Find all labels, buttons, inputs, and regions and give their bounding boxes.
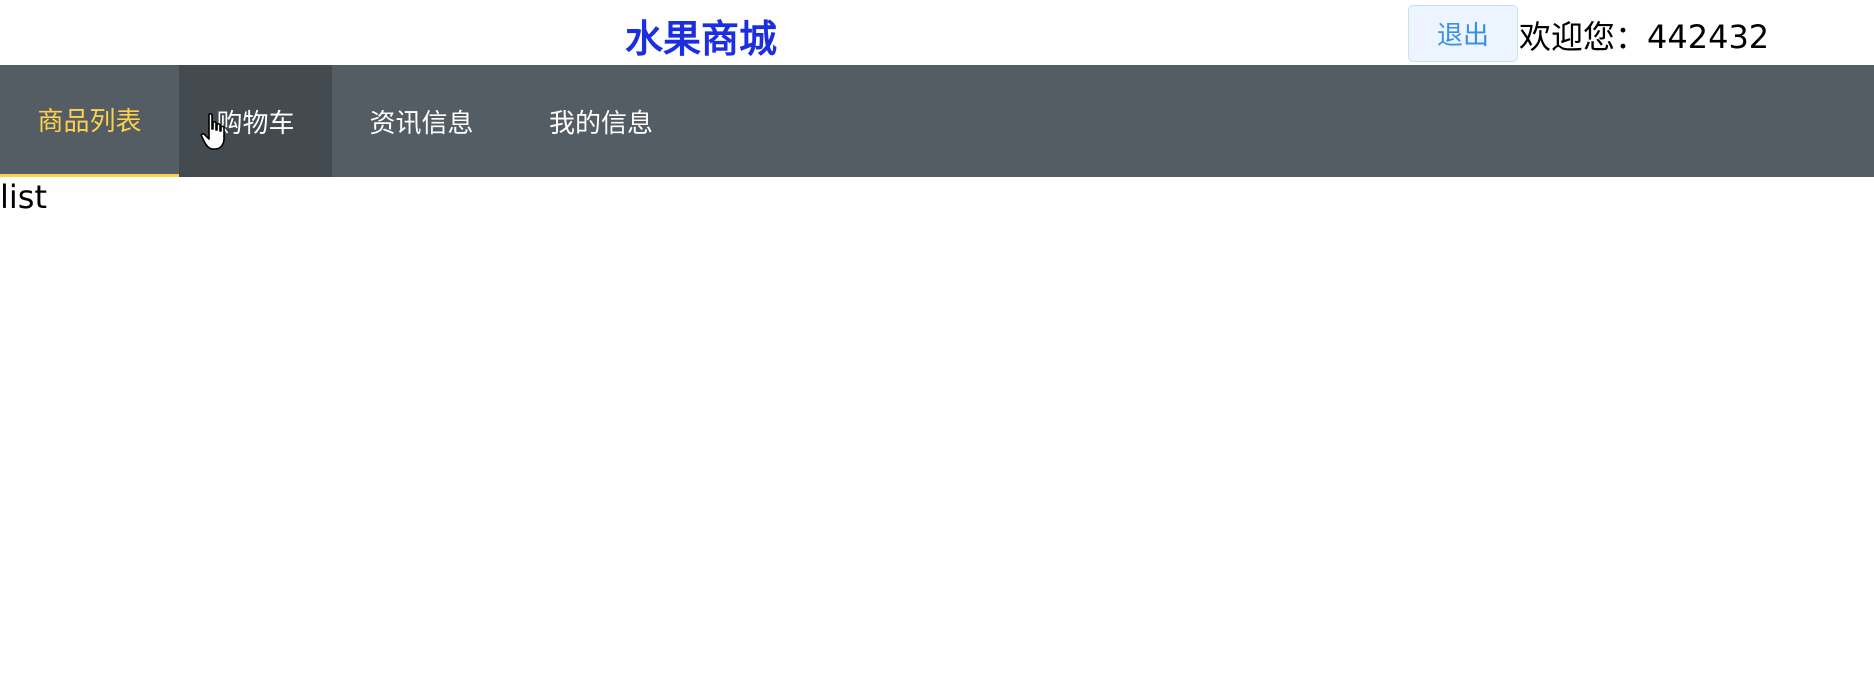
nav-item-label: 购物车 — [216, 108, 295, 139]
page: 水果商城 退出 欢迎您：442432 商品列表 购物车 资讯信息 我的信息 li… — [0, 0, 1874, 685]
nav-item-cart[interactable]: 购物车 — [179, 65, 332, 177]
nav-item-label: 商品列表 — [37, 107, 142, 137]
welcome-text: 欢迎您：442432 — [1519, 18, 1770, 56]
nav-item-label: 我的信息 — [548, 108, 653, 139]
logout-button[interactable]: 退出 — [1408, 5, 1518, 62]
header: 水果商城 退出 欢迎您：442432 — [0, 0, 1874, 65]
nav-item-product-list[interactable]: 商品列表 — [0, 65, 179, 177]
nav-item-my-info[interactable]: 我的信息 — [511, 65, 691, 177]
nav-item-news[interactable]: 资讯信息 — [332, 65, 511, 177]
main-content: list — [0, 178, 47, 216]
nav-menu: 商品列表 购物车 资讯信息 我的信息 — [0, 65, 1874, 177]
nav-item-label: 资讯信息 — [369, 108, 474, 139]
site-title: 水果商城 — [625, 17, 778, 61]
